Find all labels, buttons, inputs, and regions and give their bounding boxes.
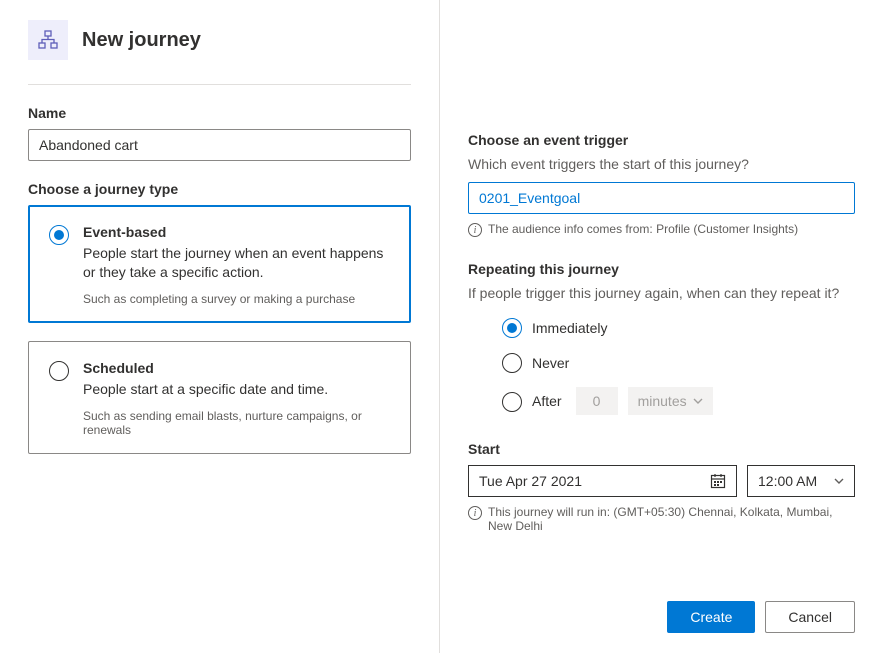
journey-type-scheduled[interactable]: Scheduled People start at a specific dat…: [28, 341, 411, 454]
audience-info: The audience info comes from: Profile (C…: [488, 222, 798, 236]
after-unit-label: minutes: [638, 393, 687, 409]
repeat-subtext: If people trigger this journey again, wh…: [468, 285, 855, 301]
radio-title: Scheduled: [83, 360, 390, 376]
radio-icon: [502, 318, 522, 338]
radio-desc: People start the journey when an event h…: [83, 244, 390, 282]
start-label: Start: [468, 441, 855, 457]
info-icon: i: [468, 506, 482, 520]
radio-icon: [49, 361, 69, 381]
repeat-option-immediately[interactable]: Immediately: [502, 317, 855, 338]
name-input[interactable]: [28, 129, 411, 161]
chevron-down-icon: [693, 398, 703, 404]
repeat-option-after[interactable]: After minutes: [502, 387, 855, 415]
radio-title: Event-based: [83, 224, 390, 240]
radio-desc: People start at a specific date and time…: [83, 380, 390, 399]
journey-icon: [28, 20, 68, 60]
trigger-subtext: Which event triggers the start of this j…: [468, 156, 855, 172]
page-title: New journey: [82, 29, 201, 52]
timezone-info: This journey will run in: (GMT+05:30) Ch…: [488, 505, 855, 533]
name-label: Name: [28, 105, 411, 121]
cancel-button[interactable]: Cancel: [765, 601, 855, 633]
chevron-down-icon: [834, 478, 844, 484]
repeat-option-label: Immediately: [532, 320, 607, 336]
after-unit-select[interactable]: minutes: [628, 387, 713, 415]
calendar-icon: [710, 473, 726, 489]
start-date-value: Tue Apr 27 2021: [479, 473, 582, 489]
dialog-header: New journey: [28, 20, 411, 85]
repeat-option-label: Never: [532, 355, 569, 371]
trigger-label: Choose an event trigger: [468, 132, 855, 148]
radio-hint: Such as completing a survey or making a …: [83, 292, 390, 306]
radio-icon: [502, 392, 522, 412]
after-value-input[interactable]: [576, 387, 618, 415]
radio-hint: Such as sending email blasts, nurture ca…: [83, 409, 390, 437]
repeat-option-never[interactable]: Never: [502, 352, 855, 373]
start-date-input[interactable]: Tue Apr 27 2021: [468, 465, 737, 497]
journey-type-label: Choose a journey type: [28, 181, 411, 197]
info-icon: i: [468, 223, 482, 237]
start-time-value: 12:00 AM: [758, 473, 817, 489]
radio-icon: [502, 353, 522, 373]
start-time-input[interactable]: 12:00 AM: [747, 465, 855, 497]
journey-type-event-based[interactable]: Event-based People start the journey whe…: [28, 205, 411, 323]
trigger-input[interactable]: [468, 182, 855, 214]
radio-icon: [49, 225, 69, 245]
create-button[interactable]: Create: [667, 601, 755, 633]
repeat-label: Repeating this journey: [468, 261, 855, 277]
repeat-option-label: After: [532, 393, 562, 409]
